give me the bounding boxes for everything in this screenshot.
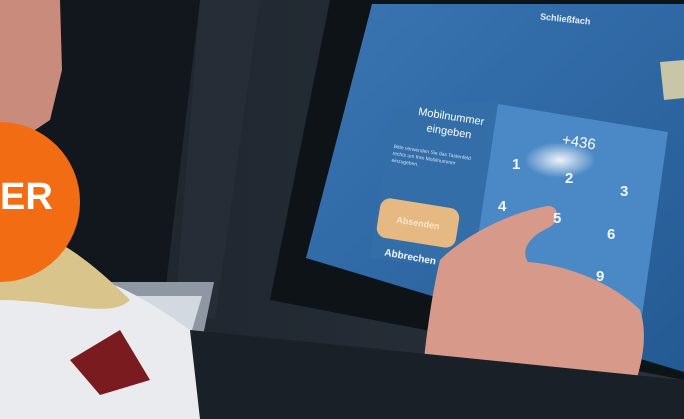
- key-2[interactable]: 2: [565, 170, 573, 187]
- kiosk-photo: Schließfach Mobilnummer eingeben Bitte v…: [0, 0, 684, 419]
- key-5[interactable]: 5: [553, 210, 561, 227]
- key-1[interactable]: 1: [512, 156, 520, 173]
- key-4[interactable]: 4: [498, 198, 506, 215]
- screen-corner-tag: [660, 60, 684, 100]
- key-9[interactable]: 9: [596, 268, 604, 285]
- key-3[interactable]: 3: [620, 183, 628, 200]
- key-6[interactable]: 6: [607, 226, 615, 243]
- kiosk-scene: [0, 0, 684, 419]
- badge-text: ER: [0, 176, 53, 218]
